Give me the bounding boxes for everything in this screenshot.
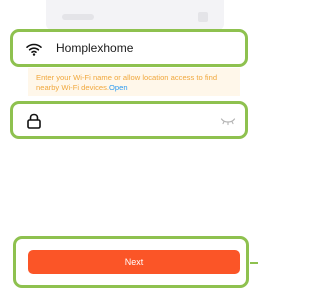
lock-icon [27, 113, 41, 129]
location-notice: Enter your Wi-Fi name or allow location … [28, 68, 240, 96]
highlight-marker [250, 262, 258, 264]
wifi-name-field[interactable]: Homplexhome [10, 29, 248, 67]
wifi-name-value: Homplexhome [56, 41, 134, 55]
top-card [46, 0, 224, 30]
placeholder-bar [62, 14, 94, 20]
placeholder-square [198, 12, 208, 22]
password-input[interactable] [53, 110, 213, 130]
wifi-icon [26, 43, 42, 56]
wifi-setup-screen: Homplexhome Enter your Wi-Fi name or all… [0, 0, 260, 290]
next-button[interactable]: Next [28, 250, 240, 274]
open-link[interactable]: Open [109, 83, 128, 92]
next-button-highlight: Next [13, 236, 249, 288]
eye-closed-icon[interactable] [220, 116, 236, 126]
password-field[interactable] [10, 101, 248, 139]
